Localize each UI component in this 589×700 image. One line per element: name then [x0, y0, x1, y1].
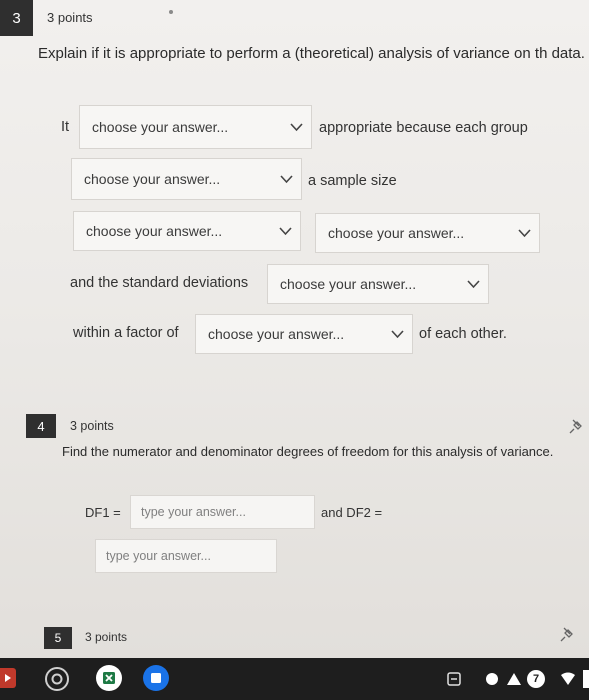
dropdown-3[interactable]: choose your answer...: [73, 211, 301, 251]
dropdown-4-value: choose your answer...: [328, 225, 465, 241]
status-area-edge: [583, 670, 589, 688]
question-3-prompt: Explain if it is appropriate to perform …: [38, 45, 585, 62]
label-df1: DF1 =: [85, 505, 121, 520]
dropdown-3-value: choose your answer...: [86, 223, 223, 239]
dropdown-1-value: choose your answer...: [92, 119, 229, 135]
question-5-points: 3 points: [85, 630, 128, 644]
dropdown-6-value: choose your answer...: [208, 326, 345, 342]
chrome-icon[interactable]: [44, 666, 70, 692]
chevron-down-icon: [509, 228, 539, 238]
status-tray[interactable]: 7: [445, 666, 589, 692]
dropdown-2[interactable]: choose your answer...: [71, 158, 302, 200]
tray-icon[interactable]: [445, 670, 463, 688]
chevron-down-icon: [271, 174, 301, 184]
label-within: within a factor of: [73, 325, 179, 341]
notification-icon[interactable]: 7: [527, 670, 545, 688]
df2-input[interactable]: [95, 539, 277, 573]
question-number-5: 5: [44, 627, 72, 649]
marker-dot: [169, 10, 173, 14]
dropdown-1[interactable]: choose your answer...: [79, 105, 312, 149]
pin-icon[interactable]: [567, 418, 585, 436]
question-4-points: 3 points: [70, 419, 114, 433]
files-icon[interactable]: [142, 664, 170, 692]
dropdown-6[interactable]: choose your answer...: [195, 314, 413, 354]
pin-icon[interactable]: [558, 626, 576, 644]
label-stdev: and the standard deviations: [70, 275, 249, 291]
screenshot-icon[interactable]: [0, 668, 16, 688]
dropdown-2-value: choose your answer...: [84, 171, 221, 187]
chevron-down-icon: [281, 122, 311, 132]
circle-icon[interactable]: [483, 670, 501, 688]
question-number-4: 4: [26, 414, 56, 438]
question-3-points: 3 points: [47, 10, 93, 25]
label-df2: and DF2 =: [321, 505, 383, 520]
chevron-down-icon: [382, 329, 412, 339]
wifi-icon[interactable]: [559, 670, 577, 688]
label-each-other: of each other.: [419, 326, 507, 342]
dropdown-5[interactable]: choose your answer...: [267, 264, 489, 304]
chevron-down-icon: [458, 279, 488, 289]
chevron-down-icon: [270, 226, 300, 236]
dropdown-4[interactable]: choose your answer...: [315, 213, 540, 253]
question-4-prompt: Find the numerator and denominator degre…: [62, 444, 554, 459]
drive-icon[interactable]: [505, 670, 523, 688]
question-number-3: 3: [0, 0, 33, 36]
label-sample-size: a sample size: [308, 173, 397, 189]
dropdown-5-value: choose your answer...: [280, 276, 417, 292]
os-shelf: 7: [0, 658, 589, 700]
df1-input[interactable]: [130, 495, 315, 529]
excel-icon[interactable]: [95, 664, 123, 692]
label-it: It: [61, 119, 70, 135]
label-appropriate: appropriate because each group: [319, 120, 528, 136]
quiz-page: 3 3 points Explain if it is appropriate …: [0, 0, 589, 658]
